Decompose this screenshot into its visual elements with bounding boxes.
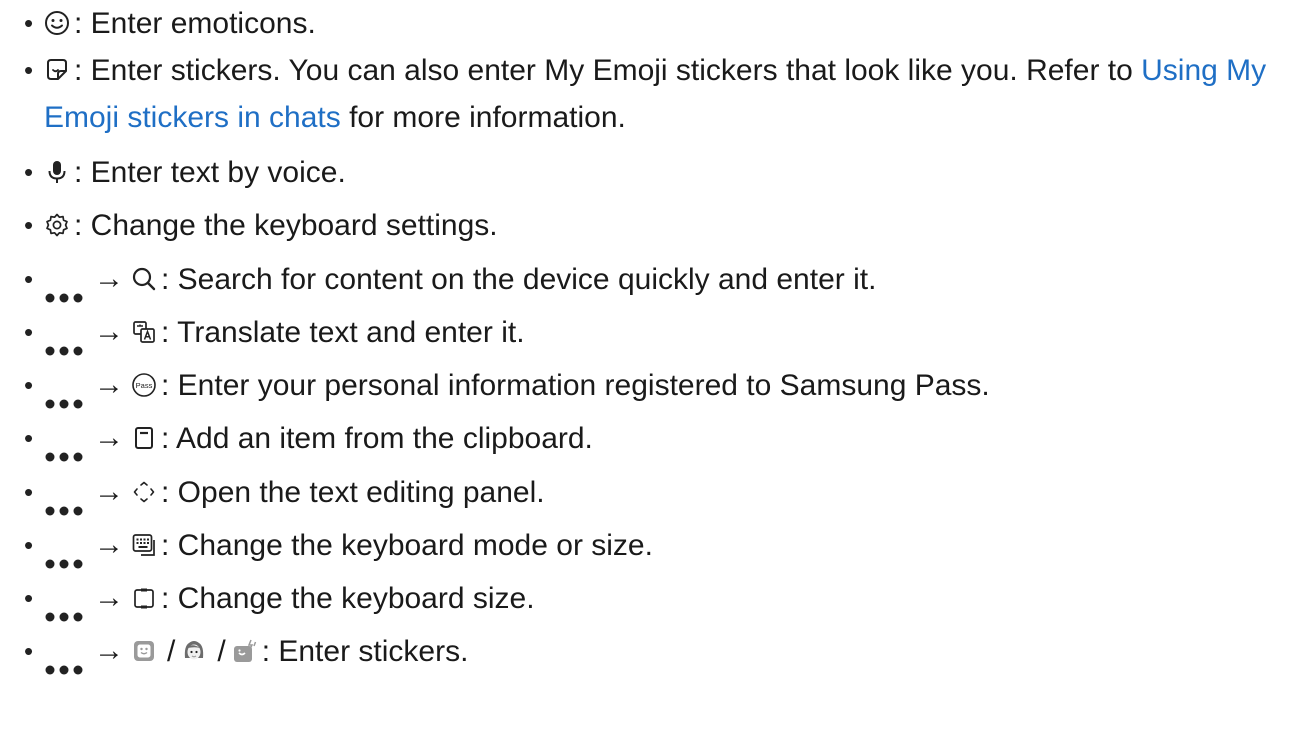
more-options-icon [44,485,90,516]
text-editing-icon [131,479,157,505]
gear-icon [44,212,70,238]
item-text: : Enter emoticons. [74,7,316,40]
arrow: → [94,314,124,348]
animated-sticker-icon [232,638,258,664]
item-text: : Enter stickers. You can also enter My … [74,54,1142,87]
bullet: • [24,8,34,38]
bullet: • [24,210,34,240]
arrow: → [94,580,124,614]
item-text: : Enter stickers. [261,635,469,668]
sticker-icon [44,57,70,83]
separator: / [217,635,226,668]
arrow: → [94,420,124,454]
more-options-icon [44,272,90,303]
item-text: : Search for content on the device quick… [161,263,877,296]
bullet: • [24,157,34,187]
more-options-icon [44,325,90,356]
arrow: → [94,474,124,508]
smiley-icon [44,10,70,36]
bullet: • [24,530,34,560]
bullet: • [24,636,34,666]
bullet: • [24,317,34,347]
bullet: • [24,477,34,507]
bullet: • [24,55,34,85]
separator: / [167,635,176,668]
pass-label: Pass [136,381,153,390]
more-options-icon [44,431,90,462]
search-icon [131,266,157,292]
emoji-avatar-icon [181,638,207,664]
bullet: • [24,370,34,400]
item-text: : Change the keyboard settings. [74,209,498,242]
more-options-icon [44,378,90,409]
item-text: : Open the text editing panel. [161,476,545,509]
arrow: → [94,633,124,667]
keyboard-size-icon [131,585,157,611]
translate-icon [131,319,157,345]
keyboard-options-list: • : Enter emoticons. • : Enter stickers.… [0,0,1305,740]
clipboard-icon [131,425,157,451]
more-options-icon [44,644,90,675]
item-text: : Add an item from the clipboard. [161,422,593,455]
keyboard-mode-icon [131,532,157,558]
microphone-icon [44,159,70,185]
item-text-end: for more information. [340,101,626,134]
samsung-pass-icon: Pass [131,372,157,398]
item-text: : Change the keyboard size. [161,582,535,615]
bullet: • [24,423,34,453]
bullet: • [24,264,34,294]
arrow: → [94,527,124,561]
more-options-icon [44,591,90,622]
item-text: : Change the keyboard mode or size. [161,529,653,562]
arrow: → [94,261,124,295]
item-text: : Translate text and enter it. [161,316,525,349]
arrow: → [94,367,124,401]
bullet: • [24,583,34,613]
sticker-pack-icon [131,638,157,664]
more-options-icon [44,538,90,569]
item-text: : Enter text by voice. [74,156,346,189]
item-text: : Enter your personal information regist… [161,369,990,402]
